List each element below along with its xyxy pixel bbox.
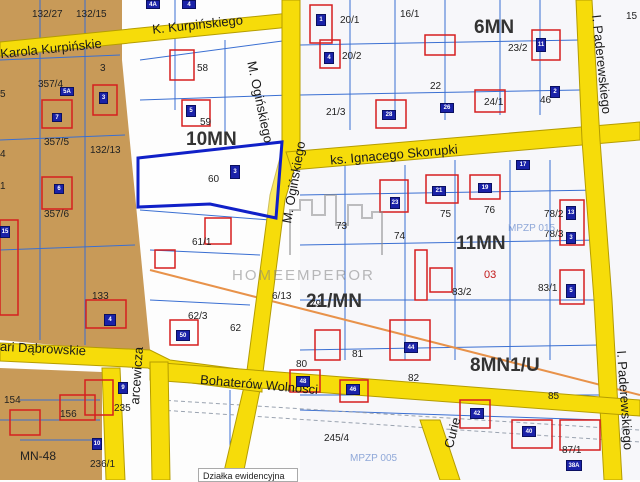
building-marker[interactable]: 4 <box>324 52 334 64</box>
parcel-label: 21/3 <box>326 107 346 118</box>
building-marker[interactable]: 46 <box>346 384 360 395</box>
mpzp-label: MPZP 015 <box>508 223 556 234</box>
building-marker[interactable]: 28 <box>382 110 396 120</box>
parcel-label: 74 <box>394 231 406 242</box>
building-marker[interactable]: 19 <box>478 183 492 193</box>
parcel-label: 85 <box>548 391 560 402</box>
agri-zone-bottom-left <box>0 368 102 480</box>
parcel-label: 79 <box>310 299 322 310</box>
building-marker[interactable]: 6 <box>54 184 64 194</box>
parcel-label: 20/2 <box>342 51 362 62</box>
building-marker[interactable]: 40 <box>522 426 536 437</box>
parcel-label: 5 <box>0 89 6 100</box>
building-marker[interactable]: 5A <box>60 87 74 96</box>
parcel-label: 20/1 <box>340 15 360 26</box>
parcel-label: 156 <box>60 409 77 420</box>
parcel-label: 83/1 <box>538 283 558 294</box>
parcel-label: 75 <box>440 209 452 220</box>
parcel-label: 83/2 <box>452 287 472 298</box>
parcel-label: 62/3 <box>188 311 208 322</box>
parcel-label: 60 <box>208 174 220 185</box>
watermark-text: HOMEEMPEROR <box>232 267 375 284</box>
building-marker[interactable]: 3 <box>99 92 108 104</box>
parcel-label: 62 <box>230 323 242 334</box>
parcel-label: 15 <box>626 11 638 22</box>
road-marcewicza-right <box>149 361 171 480</box>
parcel-label: 59 <box>200 117 212 128</box>
road-label-marcewicza: arcewicza <box>127 346 146 405</box>
parcel-label: 6/13 <box>272 291 292 302</box>
building-marker[interactable]: 5 <box>566 284 576 298</box>
parcel-label: 24/1 <box>484 97 504 108</box>
parcel-label: 76 <box>484 205 496 216</box>
parcel-label: 80 <box>296 359 308 370</box>
parcel-label: 1 <box>0 181 6 192</box>
parcel-label: 87/1 <box>562 445 582 456</box>
zone-label-11mn: 11MN <box>456 233 506 254</box>
building-marker[interactable]: 9 <box>118 382 128 394</box>
building-marker[interactable]: 50 <box>176 330 190 341</box>
building-marker[interactable]: 17 <box>516 160 530 170</box>
building-marker[interactable]: 26 <box>440 103 454 113</box>
parcel-label: 357/6 <box>44 209 70 220</box>
parcel-label: 82 <box>408 373 420 384</box>
building-marker[interactable]: 4 <box>182 0 196 9</box>
building-marker[interactable]: 3 <box>230 165 240 179</box>
building-marker[interactable]: 44 <box>404 342 418 353</box>
building-marker[interactable]: 23 <box>390 197 400 209</box>
zone-label-6mn: 6MN <box>474 17 515 38</box>
building-marker[interactable]: 4 <box>104 314 116 326</box>
parcel-label: 22 <box>430 81 442 92</box>
parcel-label: 61/1 <box>192 237 212 248</box>
building-marker[interactable]: 42 <box>470 408 484 419</box>
parcel-label: 3 <box>100 63 106 74</box>
zone-label-mn48: MN-48 <box>20 449 57 463</box>
mark-03-label: 03 <box>484 269 497 281</box>
parcel-label: 81 <box>352 349 364 360</box>
map-layers <box>0 0 640 480</box>
building-marker[interactable]: 10 <box>92 438 102 450</box>
building-marker[interactable]: 1 <box>316 14 326 26</box>
building-marker[interactable]: 15 <box>0 226 10 238</box>
building-marker[interactable]: 2 <box>550 86 560 98</box>
parcel-label: 78/2 <box>544 209 564 220</box>
zone-label-10mn: 10MN <box>186 129 237 150</box>
parcel-label: 357/5 <box>44 137 70 148</box>
parcel-label: 132/13 <box>90 145 121 156</box>
mpzp-label: MPZP 005 <box>350 453 398 464</box>
building-marker[interactable]: 7 <box>52 113 62 122</box>
parcel-label: 132/27 <box>32 9 63 20</box>
parcel-label: 16/1 <box>400 9 420 20</box>
cadastral-map[interactable]: K. Kurpińskiego Karola Kurpińskie M. Ogi… <box>0 0 640 482</box>
parcel-label: 245/4 <box>324 433 350 444</box>
zone-label-8mn: 8MN1/U <box>470 355 540 376</box>
parcel-label: 133 <box>92 291 109 302</box>
parcel-label: 4 <box>0 149 6 160</box>
building-marker[interactable]: 4A <box>146 0 160 9</box>
parcel-label: 58 <box>197 63 209 74</box>
building-marker[interactable]: 38A <box>566 460 582 471</box>
building-marker[interactable]: 21 <box>432 186 446 196</box>
parcel-label: 154 <box>4 395 21 406</box>
parcel-label: 132/15 <box>76 9 107 20</box>
building-marker[interactable]: 5 <box>186 105 196 117</box>
building-marker[interactable]: 13 <box>566 206 576 220</box>
parcel-label: 236/1 <box>90 459 116 470</box>
building-marker[interactable]: 48 <box>296 376 310 387</box>
building-marker[interactable]: 3 <box>566 232 576 244</box>
parcel-label: 235 <box>114 403 131 414</box>
parcel-label: 23/2 <box>508 43 528 54</box>
parcel-label: 73 <box>336 221 348 232</box>
building-marker[interactable]: 11 <box>536 38 546 52</box>
